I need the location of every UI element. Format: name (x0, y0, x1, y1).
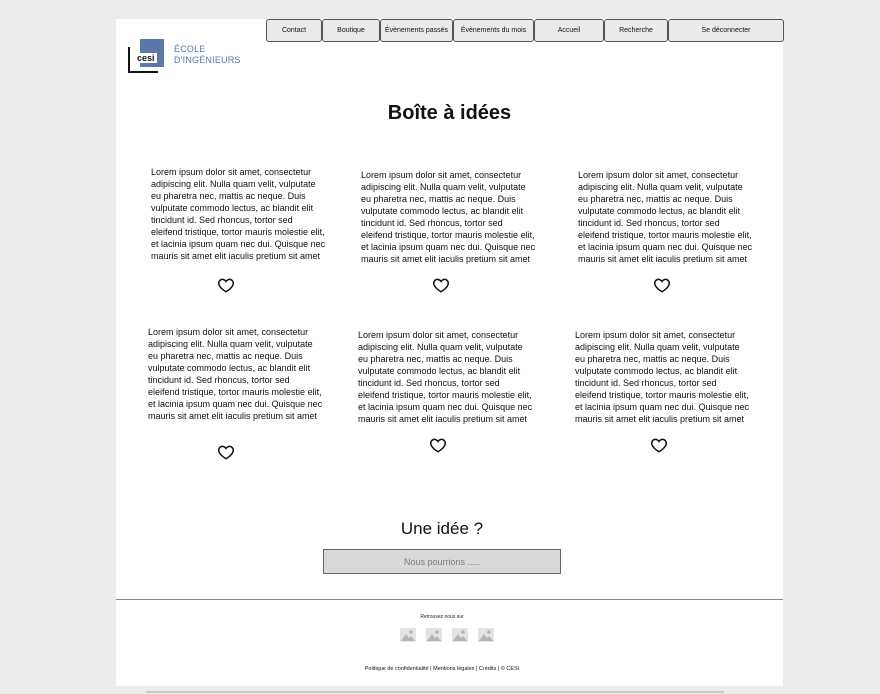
logo-brand: cesi (135, 53, 157, 63)
like-heart-icon[interactable] (432, 276, 450, 294)
idea-text: Lorem ipsum dolor sit amet, consectetur … (151, 167, 326, 264)
image-icon[interactable] (400, 628, 416, 642)
logo-line-1: ÉCOLE (174, 44, 206, 54)
idea-card: Lorem ipsum dolor sit amet, consectetur … (575, 329, 750, 427)
logo-line-2: D'INGÉNIEURS (174, 55, 241, 65)
nav-shop[interactable]: Boutique (322, 19, 380, 42)
logo-school-name: ÉCOLE D'INGÉNIEURS (174, 44, 241, 66)
like-heart-icon[interactable] (653, 276, 671, 294)
image-icon[interactable] (426, 628, 442, 642)
idea-text: Lorem ipsum dolor sit amet, consectetur … (358, 330, 533, 427)
follow-us-label: Retrouvez nous sur (420, 614, 464, 620)
idea-text: Lorem ipsum dolor sit amet, consectetur … (575, 330, 750, 427)
idea-card: Lorem ipsum dolor sit amet, consectetur … (148, 326, 323, 424)
idea-text: Lorem ipsum dolor sit amet, consectetur … (361, 170, 536, 267)
like-heart-icon[interactable] (650, 436, 668, 454)
page: cesi ÉCOLE D'INGÉNIEURS Contact Boutique… (116, 19, 784, 686)
nav-month-events[interactable]: Évènements du mois (453, 19, 534, 42)
idea-text: Lorem ipsum dolor sit amet, consectetur … (148, 327, 323, 424)
legal-links[interactable]: Politique de confidentialité | Mentions … (116, 666, 768, 672)
nav-home[interactable]: Accueil (534, 19, 604, 42)
image-icon[interactable] (478, 628, 494, 642)
idea-card: Lorem ipsum dolor sit amet, consectetur … (578, 169, 753, 267)
nav-past-events[interactable]: Évènements passés (380, 19, 453, 42)
idea-card: Lorem ipsum dolor sit amet, consectetur … (361, 169, 536, 267)
like-heart-icon[interactable] (217, 443, 235, 461)
idea-text: Lorem ipsum dolor sit amet, consectetur … (578, 170, 753, 267)
image-icon[interactable] (452, 628, 468, 642)
horizontal-scrollbar[interactable] (146, 691, 724, 693)
idea-input[interactable] (323, 549, 561, 574)
footer-divider (116, 599, 783, 600)
nav-logout[interactable]: Se déconnecter (668, 19, 784, 42)
cesi-logo[interactable]: cesi ÉCOLE D'INGÉNIEURS (128, 39, 248, 75)
idea-card: Lorem ipsum dolor sit amet, consectetur … (151, 166, 326, 264)
nav-search[interactable]: Recherche (604, 19, 668, 42)
like-heart-icon[interactable] (429, 436, 447, 454)
nav-contact[interactable]: Contact (266, 19, 322, 42)
like-heart-icon[interactable] (217, 276, 235, 294)
idea-form-title: Une idée ? (400, 519, 484, 538)
page-title: Boîte à idées (387, 102, 512, 124)
idea-card: Lorem ipsum dolor sit amet, consectetur … (358, 329, 533, 427)
